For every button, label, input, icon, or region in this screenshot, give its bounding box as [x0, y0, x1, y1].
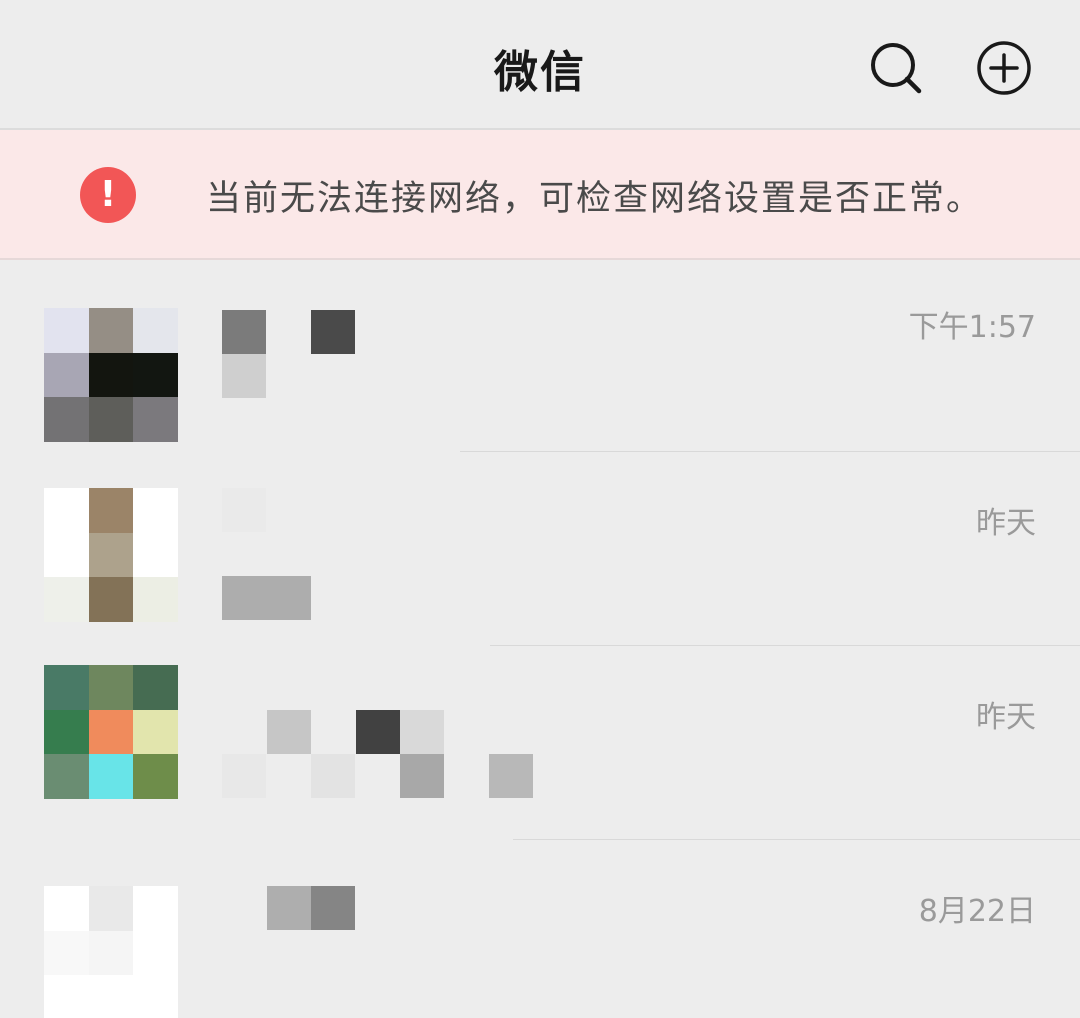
chat-list-item[interactable]: 8月22日	[0, 840, 1080, 1018]
blurred-contact-name	[267, 886, 311, 930]
network-error-banner[interactable]: ! 当前无法连接网络，可检查网络设置是否正常。	[0, 130, 1080, 260]
blurred-message-preview	[489, 754, 533, 798]
chat-list-item[interactable]: 昨天	[0, 646, 1080, 840]
blurred-contact-name	[311, 886, 355, 930]
blurred-contact-name	[267, 710, 311, 754]
blurred-contact-name	[311, 310, 355, 354]
message-time: 下午1:57	[908, 310, 1036, 345]
chat-list-item[interactable]: 昨天	[0, 452, 1080, 646]
blurred-contact-name	[222, 310, 266, 354]
message-time: 8月22日	[918, 894, 1036, 929]
wechat-chat-list-screen: 微信 ! 当前无法连接网络，可检查网络设置是否正常。 下午1:57 昨天 昨天 …	[0, 0, 1080, 1018]
avatar	[44, 308, 178, 442]
blurred-message-preview	[400, 754, 444, 798]
exclamation-icon: !	[80, 167, 136, 223]
blurred-message-preview	[222, 754, 266, 798]
message-time: 昨天	[976, 506, 1036, 541]
blurred-contact-name	[400, 710, 444, 754]
blurred-contact-name	[222, 488, 266, 532]
chat-list-item[interactable]: 下午1:57	[0, 258, 1080, 452]
blurred-message-preview	[311, 754, 355, 798]
add-circle-icon[interactable]	[974, 38, 1034, 98]
top-bar: 微信	[0, 0, 1080, 130]
search-icon[interactable]	[866, 38, 926, 98]
blurred-contact-name	[222, 354, 266, 398]
network-error-message: 当前无法连接网络，可检查网络设置是否正常。	[206, 179, 984, 219]
avatar	[44, 886, 178, 1018]
blurred-contact-name	[356, 710, 400, 754]
avatar	[44, 488, 178, 622]
blurred-message-preview	[222, 576, 311, 620]
message-time: 昨天	[976, 700, 1036, 735]
avatar	[44, 665, 178, 799]
